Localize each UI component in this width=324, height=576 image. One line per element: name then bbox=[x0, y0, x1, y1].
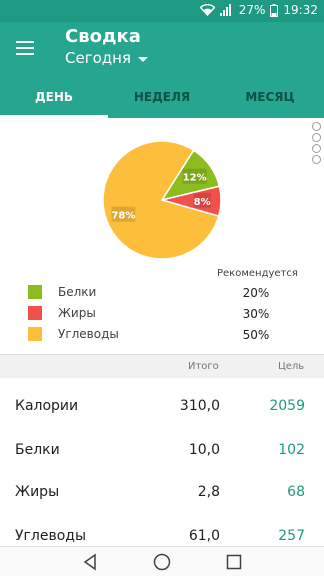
row-label: Белки bbox=[15, 442, 60, 458]
row-label: Жиры bbox=[15, 484, 60, 500]
recommended-proteins: 20% bbox=[242, 286, 270, 300]
legend-label: Белки bbox=[58, 284, 97, 299]
table-row-proteins[interactable]: Белки 10,0 102 bbox=[0, 429, 324, 473]
app-bar: Сводка Сегодня bbox=[0, 22, 324, 76]
legend-swatch-carbs bbox=[28, 326, 42, 341]
legend-swatch-proteins bbox=[28, 284, 42, 299]
signal-icon bbox=[219, 4, 231, 16]
row-goal: 68 bbox=[287, 484, 305, 500]
row-total: 10,0 bbox=[188, 442, 220, 458]
page-dot[interactable] bbox=[312, 144, 321, 153]
wifi-icon bbox=[199, 4, 215, 16]
dropdown-icon bbox=[137, 56, 148, 62]
chart-legend: Белки Жиры Углеводы bbox=[28, 281, 119, 344]
row-goal: 257 bbox=[278, 528, 305, 544]
status-bar: 27% 19:32 bbox=[0, 0, 324, 22]
row-label: Калории bbox=[15, 398, 79, 414]
legend-label: Углеводы bbox=[58, 326, 119, 341]
legend-item-carbs: Углеводы bbox=[28, 323, 119, 344]
tab-week[interactable]: НЕДЕЛЯ bbox=[108, 76, 216, 118]
menu-button[interactable] bbox=[14, 36, 38, 60]
table-row-calories[interactable]: Калории 310,0 2059 bbox=[0, 385, 324, 429]
table-header: Итого Цель bbox=[0, 354, 324, 378]
pie-label-proteins: 12% bbox=[183, 173, 207, 184]
back-icon[interactable] bbox=[80, 552, 100, 572]
recents-icon[interactable] bbox=[224, 552, 244, 572]
row-total: 2,8 bbox=[197, 484, 220, 500]
battery-icon bbox=[270, 3, 279, 17]
clock: 19:32 bbox=[283, 3, 318, 17]
tab-month[interactable]: МЕСЯЦ bbox=[216, 76, 324, 118]
row-total: 61,0 bbox=[188, 528, 220, 544]
page-dot[interactable] bbox=[312, 122, 321, 131]
legend-swatch-fats bbox=[28, 305, 42, 320]
tab-day[interactable]: ДЕНЬ bbox=[0, 76, 108, 118]
pie-label-carbs: 78% bbox=[111, 211, 135, 222]
system-nav-bar bbox=[0, 546, 324, 576]
recommended-carbs: 50% bbox=[242, 328, 270, 342]
row-total: 310,0 bbox=[179, 398, 220, 414]
page-dot[interactable] bbox=[312, 133, 321, 142]
legend-item-proteins: Белки bbox=[28, 281, 119, 302]
macro-pie-chart: 12% 8% 78% bbox=[102, 140, 222, 260]
tab-bar: ДЕНЬ НЕДЕЛЯ МЕСЯЦ bbox=[0, 76, 324, 118]
legend-item-fats: Жиры bbox=[28, 302, 119, 323]
period-dropdown[interactable]: Сегодня bbox=[65, 49, 148, 67]
pie-label-fats: 8% bbox=[194, 197, 211, 208]
home-icon[interactable] bbox=[152, 552, 172, 572]
recommended-fats: 30% bbox=[242, 307, 270, 321]
recommended-values: 20% 30% 50% bbox=[240, 283, 272, 346]
page-title: Сводка bbox=[65, 26, 141, 47]
page-dot[interactable] bbox=[312, 155, 321, 164]
legend-label: Жиры bbox=[58, 305, 96, 320]
page-indicator bbox=[312, 122, 321, 164]
table-row-fats[interactable]: Жиры 2,8 68 bbox=[0, 471, 324, 515]
row-goal: 102 bbox=[278, 442, 305, 458]
column-header-total: Итого bbox=[188, 361, 219, 372]
battery-percent: 27% bbox=[238, 3, 266, 17]
summary-chart-area: 12% 8% 78% Белки Жиры Углеводы Рекомендует… bbox=[0, 118, 324, 354]
period-label: Сегодня bbox=[65, 49, 131, 67]
row-label: Углеводы bbox=[15, 528, 86, 544]
column-header-goal: Цель bbox=[278, 361, 305, 372]
row-goal: 2059 bbox=[269, 398, 305, 414]
recommended-title: Рекомендуется bbox=[217, 268, 298, 279]
menu-icon bbox=[16, 41, 34, 55]
